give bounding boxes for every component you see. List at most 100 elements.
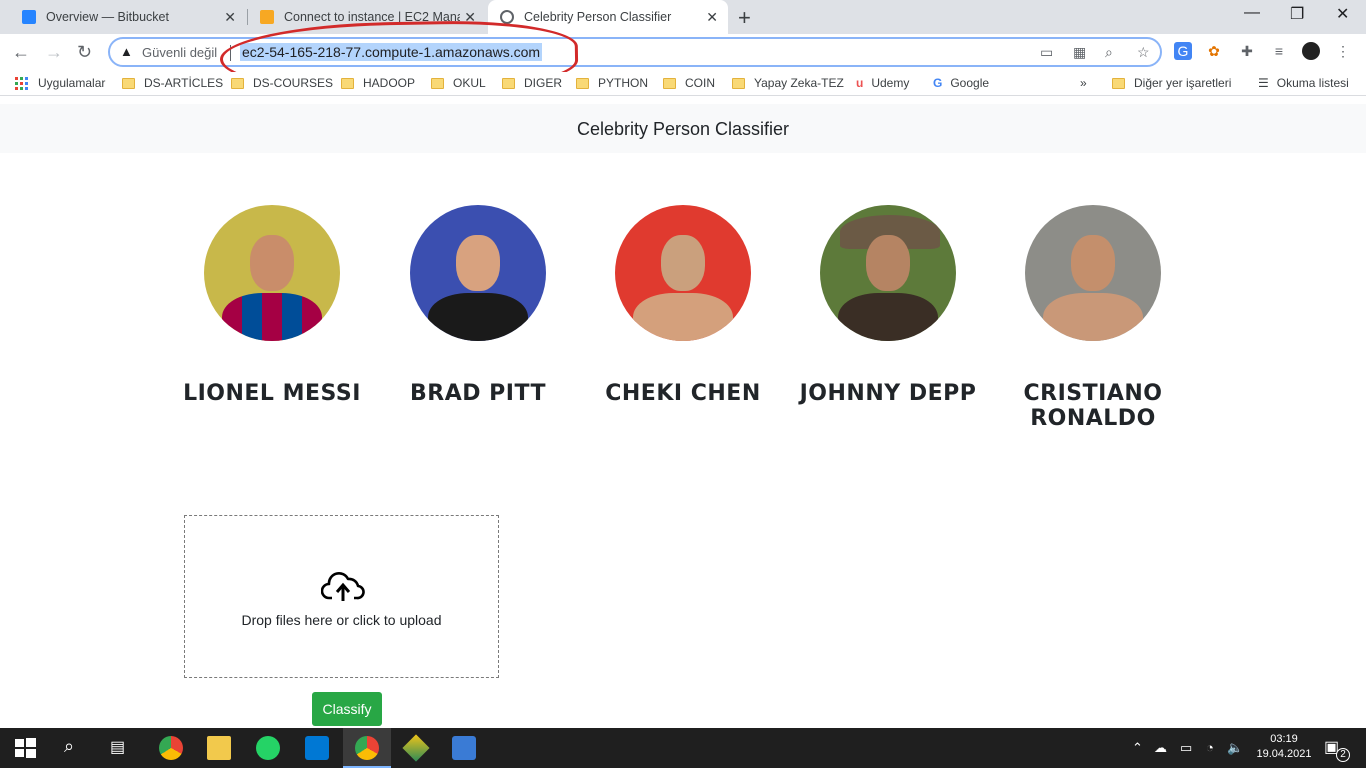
security-label[interactable]: Güvenli değil <box>142 45 217 60</box>
whatsapp-icon[interactable] <box>256 736 280 760</box>
bookmark-folder[interactable]: COIN <box>663 76 715 90</box>
tray-chevron-icon[interactable]: ⌃ <box>1132 740 1143 756</box>
celebrity-name: CRISTIANO RONALDO <box>1023 381 1163 431</box>
celebrity-name: CHEKI CHEN <box>605 381 761 406</box>
folder-icon <box>231 77 244 89</box>
bookmark-label: PYTHON <box>598 76 649 90</box>
bookmark-label: OKUL <box>453 76 486 90</box>
page-title: Celebrity Person Classifier <box>576 119 790 139</box>
celebrity-name: JOHNNY DEPP <box>799 381 977 406</box>
bookmark-folder[interactable]: OKUL <box>431 76 486 90</box>
bookmark-label: Okuma listesi <box>1276 76 1349 90</box>
tab-divider <box>247 9 248 25</box>
bookmark-folder[interactable]: HADOOP <box>341 76 415 90</box>
brad-pitt-photo <box>410 205 546 341</box>
celebrity-card: CHEKI CHEN <box>588 205 778 406</box>
bookmark-google[interactable]: G Google <box>933 76 989 90</box>
udemy-icon: u <box>856 76 864 90</box>
bookmark-folder[interactable]: PYTHON <box>576 76 648 90</box>
qr-code-icon[interactable]: ▦ <box>1073 44 1086 61</box>
clock-time: 03:19 <box>1270 733 1298 745</box>
new-tab-button[interactable]: + <box>738 5 751 31</box>
tab-title: Overview — Bitbucket <box>46 10 169 24</box>
close-icon[interactable]: ✕ <box>224 10 236 24</box>
profile-avatar[interactable] <box>1302 42 1320 60</box>
folder-icon <box>732 77 745 89</box>
back-icon[interactable]: ← <box>12 42 30 63</box>
vscode-icon[interactable] <box>305 736 329 760</box>
bookmark-label: DIGER <box>524 76 563 90</box>
media-queue-icon[interactable]: ≡ <box>1270 42 1288 60</box>
search-icon[interactable]: ⌕ <box>64 736 74 757</box>
file-dropzone[interactable]: Drop files here or click to upload <box>184 515 499 678</box>
task-view-icon[interactable]: ▤ <box>110 737 125 757</box>
chrome-active-icon[interactable] <box>355 736 379 760</box>
restore-icon[interactable]: ❐ <box>1290 4 1304 24</box>
wifi-icon[interactable]: ◔ <box>1206 740 1214 755</box>
warning-icon[interactable]: ▲ <box>120 44 133 59</box>
onedrive-icon[interactable]: ☁ <box>1154 740 1167 756</box>
clock-date: 19.04.2021 <box>1256 748 1312 760</box>
dropzone-text: Drop files here or click to upload <box>241 612 442 628</box>
classify-button[interactable]: Classify <box>312 692 382 726</box>
page-header: Celebrity Person Classifier <box>0 104 1366 153</box>
folder-icon <box>122 77 135 89</box>
celebrity-card: CRISTIANO RONALDO <box>998 205 1188 431</box>
battery-icon[interactable]: ▭ <box>1180 740 1192 756</box>
bookmark-udemy[interactable]: u Udemy <box>856 76 909 90</box>
folder-icon <box>502 77 515 89</box>
jackie-chan-photo <box>615 205 751 341</box>
extension-icon[interactable]: ✿ <box>1205 42 1223 60</box>
menu-icon[interactable]: ⋮ <box>1334 42 1352 60</box>
globe-icon <box>500 10 514 24</box>
translate-icon[interactable]: G <box>1174 42 1192 60</box>
bookmark-folder[interactable]: Yapay Zeka-TEZ <box>732 76 844 90</box>
close-window-icon[interactable]: ✕ <box>1336 4 1349 24</box>
reload-icon[interactable]: ↻ <box>77 42 92 63</box>
bookmark-star-icon[interactable]: ☆ <box>1137 44 1150 61</box>
celebrity-name: LIONEL MESSI <box>183 381 361 406</box>
chrome-icon[interactable] <box>159 736 183 760</box>
johnny-depp-photo <box>820 205 956 341</box>
volume-icon[interactable]: 🔈 <box>1227 740 1243 756</box>
folder-icon <box>1112 77 1125 89</box>
cloud-upload-icon <box>321 572 365 601</box>
bookmark-label: Diğer yer işaretleri <box>1134 76 1232 90</box>
bookmark-folder[interactable]: DS-COURSES <box>231 76 333 90</box>
file-explorer-icon[interactable] <box>207 736 231 760</box>
bookmark-label: COIN <box>685 76 715 90</box>
tab-bitbucket[interactable]: Overview — Bitbucket ✕ <box>8 0 246 34</box>
aws-icon <box>260 10 274 24</box>
bookmark-label: Udemy <box>871 76 910 90</box>
browser-toolbar: ← → ↻ ▲ Güvenli değil ec2-54-165-218-77.… <box>0 34 1366 72</box>
bookmark-label: Google <box>950 76 990 90</box>
bookmark-apps[interactable]: Uygulamalar <box>15 76 105 90</box>
folder-icon <box>431 77 444 89</box>
celebrity-card: BRAD PITT <box>383 205 573 406</box>
zoom-icon[interactable]: ⌕ <box>1105 44 1113 61</box>
bookmark-folder[interactable]: DIGER <box>502 76 562 90</box>
close-icon[interactable]: ✕ <box>706 10 718 24</box>
google-icon: G <box>933 76 943 90</box>
reading-list[interactable]: ☰ Okuma listesi <box>1258 76 1349 90</box>
windows-start-icon[interactable] <box>13 736 37 760</box>
git-gui-icon[interactable] <box>402 734 430 762</box>
folder-icon <box>663 77 676 89</box>
puzzle-icon[interactable]: ✚ <box>1238 42 1256 60</box>
app-icon[interactable] <box>452 736 476 760</box>
forward-icon[interactable]: → <box>45 42 63 63</box>
more-bookmarks-icon[interactable]: » <box>1080 76 1087 90</box>
bookmark-label: Yapay Zeka-TEZ <box>754 76 844 90</box>
bookmark-label: DS-COURSES <box>253 76 334 90</box>
folder-icon <box>341 77 354 89</box>
messi-photo <box>204 205 340 341</box>
bookmark-label: DS-ARTİCLES <box>144 76 224 90</box>
celebrity-card: JOHNNY DEPP <box>793 205 983 406</box>
cast-icon[interactable]: ▭ <box>1040 44 1053 61</box>
bookmark-label: HADOOP <box>363 76 416 90</box>
minimize-icon[interactable]: — <box>1244 4 1260 22</box>
system-clock[interactable]: 03:19 19.04.2021 <box>1256 732 1312 762</box>
notification-count: 2 <box>1336 748 1350 762</box>
bookmark-other[interactable]: Diğer yer işaretleri <box>1112 76 1231 90</box>
bookmark-folder[interactable]: DS-ARTİCLES <box>122 76 223 90</box>
